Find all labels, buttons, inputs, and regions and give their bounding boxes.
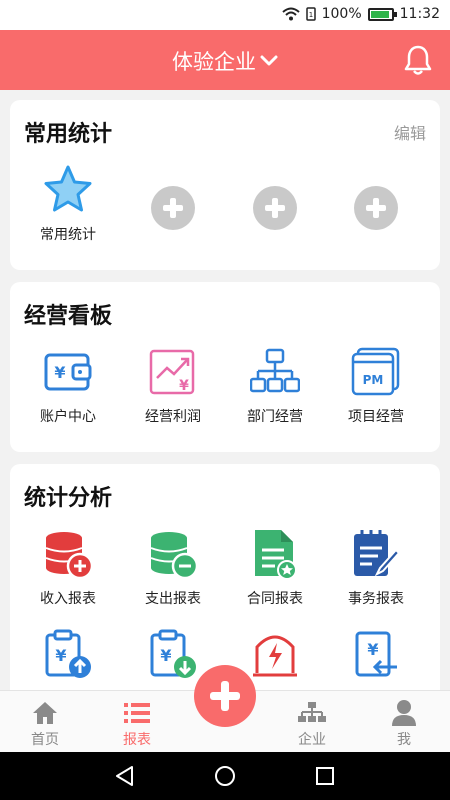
dashboard-item-project[interactable]: PM 项目经营 <box>326 344 426 426</box>
company-switcher[interactable]: 体验企业 <box>0 46 450 76</box>
clipboard-upload-icon: ¥ <box>45 629 91 678</box>
analysis-item-income[interactable]: 收入报表 <box>18 526 118 608</box>
profit-chart-icon: ¥ <box>149 349 195 395</box>
income-coins-icon <box>45 532 94 580</box>
add-favorite-button-2[interactable] <box>225 162 325 254</box>
dashboard-item-label: 经营利润 <box>145 409 201 425</box>
sim-icon: 1 <box>305 7 316 21</box>
dashboard-item-label: 部门经营 <box>247 409 303 425</box>
favorites-card: 常用统计 编辑 常用统计 <box>10 100 440 270</box>
svg-text:¥: ¥ <box>179 378 189 394</box>
add-favorite-button-1[interactable] <box>123 162 223 254</box>
company-name: 体验企业 <box>172 50 256 74</box>
analysis-item-label: 事务报表 <box>348 591 404 607</box>
tab-label: 首页 <box>31 732 59 748</box>
analysis-title: 统计分析 <box>24 486 113 511</box>
dashboard-card: 经营看板 ¥ 账户中心 ¥ 经营利润 部门经营 PM 项目经营 <box>10 282 440 452</box>
notepad-pen-icon <box>354 530 401 577</box>
add-button[interactable] <box>194 665 256 727</box>
clock: 11:32 <box>399 6 440 22</box>
favorite-item-stats[interactable]: 常用统计 <box>18 162 118 244</box>
tab-label: 报表 <box>123 732 151 748</box>
tab-reports[interactable]: 报表 <box>97 697 177 749</box>
tab-enterprise[interactable]: 企业 <box>272 697 352 749</box>
analysis-item-upload[interactable]: ¥ <box>18 626 118 682</box>
favorites-title: 常用统计 <box>24 122 113 147</box>
status-bar: 1 100% 11:32 <box>0 0 450 30</box>
chevron-down-icon <box>260 48 278 72</box>
analysis-item-label: 收入报表 <box>40 591 96 607</box>
wallet-icon: ¥ <box>44 353 92 391</box>
analysis-item-label: 合同报表 <box>247 591 303 607</box>
add-icon <box>354 186 398 230</box>
dashboard-item-label: 账户中心 <box>40 409 96 425</box>
list-icon <box>124 703 150 723</box>
analysis-item-return[interactable]: ¥ <box>326 626 426 682</box>
tab-me[interactable]: 我 <box>364 697 444 749</box>
contract-doc-icon <box>255 530 297 580</box>
org-chart-icon <box>250 348 300 393</box>
svg-text:¥: ¥ <box>367 640 378 659</box>
favorite-item-label: 常用统计 <box>40 227 96 243</box>
analysis-item-label: 支出报表 <box>145 591 201 607</box>
user-icon <box>392 700 416 726</box>
add-icon <box>151 186 195 230</box>
svg-text:PM: PM <box>363 373 384 387</box>
clipboard-download-icon: ¥ <box>150 629 196 678</box>
system-nav-bar <box>0 752 450 800</box>
tab-label: 我 <box>397 732 411 748</box>
edit-button[interactable]: 编辑 <box>394 120 426 144</box>
star-icon <box>44 165 92 212</box>
dashboard-item-profit[interactable]: ¥ 经营利润 <box>123 344 223 426</box>
tab-label: 企业 <box>298 732 326 748</box>
project-pm-icon: PM <box>351 347 400 396</box>
recents-icon[interactable] <box>315 766 335 786</box>
add-favorite-button-3[interactable] <box>326 162 426 254</box>
battery-icon <box>367 7 397 21</box>
dashboard-item-label: 项目经营 <box>348 409 404 425</box>
svg-text:¥: ¥ <box>160 646 171 665</box>
svg-text:1: 1 <box>308 11 312 19</box>
expense-coins-icon <box>150 532 199 580</box>
wifi-icon <box>281 7 300 21</box>
app-header: 体验企业 <box>0 30 450 90</box>
dashboard-item-account[interactable]: ¥ 账户中心 <box>18 344 118 426</box>
org-icon <box>298 702 326 722</box>
bell-icon[interactable] <box>404 44 432 80</box>
analysis-item-expense[interactable]: 支出报表 <box>123 526 223 608</box>
svg-text:¥: ¥ <box>55 646 66 665</box>
alert-sign-icon <box>253 635 297 677</box>
svg-text:¥: ¥ <box>54 363 65 382</box>
yen-return-icon: ¥ <box>355 631 397 677</box>
analysis-item-contract[interactable]: 合同报表 <box>225 526 325 608</box>
dashboard-item-department[interactable]: 部门经营 <box>225 344 325 426</box>
tab-home[interactable]: 首页 <box>5 697 85 749</box>
add-icon <box>253 186 297 230</box>
back-icon[interactable] <box>114 765 136 787</box>
home-icon <box>33 702 57 724</box>
dashboard-title: 经营看板 <box>24 304 113 329</box>
home-circle-icon[interactable] <box>214 765 236 787</box>
battery-percent: 100% <box>321 6 362 22</box>
analysis-item-affairs[interactable]: 事务报表 <box>326 526 426 608</box>
